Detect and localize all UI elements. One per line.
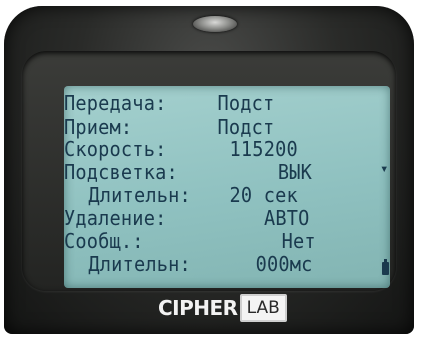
setting-row-backlight[interactable]: Подсветка: ВЫК xyxy=(64,161,367,183)
setting-row-receive[interactable]: Прием: Подст xyxy=(64,116,367,138)
battery-icon xyxy=(382,259,389,275)
arrow-marker-icon: ▾ xyxy=(380,161,389,177)
setting-label: Длительн: xyxy=(77,252,191,276)
setting-row-backlight-duration[interactable]: Длительн: 20 сек xyxy=(64,184,367,206)
setting-row-speed[interactable]: Скорость: 115200 xyxy=(64,138,367,160)
setting-label: Подсветка: xyxy=(64,160,178,184)
setting-value: Подст xyxy=(217,115,275,139)
lcd-screen: Передача: Подст Прием: Подст Скорость: 1… xyxy=(64,86,390,288)
setting-row-message-duration[interactable]: Длительн: 000мс xyxy=(64,253,367,275)
setting-value: 20 сек xyxy=(229,183,298,207)
setting-row-message[interactable]: Сообщ.: Нет xyxy=(64,230,367,252)
setting-row-transmit[interactable]: Передача: Подст xyxy=(64,92,367,114)
setting-value: 000мс xyxy=(255,252,313,276)
setting-label: Сообщ.: xyxy=(64,229,144,253)
setting-value: АВТО xyxy=(263,206,310,230)
setting-label: Длительн: xyxy=(77,183,191,207)
setting-label: Передача: xyxy=(64,91,167,115)
setting-label: Удаление: xyxy=(64,206,167,230)
brand-lab-text: LAB xyxy=(239,294,287,322)
handheld-terminal: Передача: Подст Прием: Подст Скорость: 1… xyxy=(4,6,414,334)
setting-value: Подст xyxy=(217,91,275,115)
setting-label: Скорость: xyxy=(64,137,167,161)
speaker-icon xyxy=(193,16,237,32)
setting-label: Прием: xyxy=(64,115,133,139)
setting-value: 115200 xyxy=(229,137,298,161)
setting-row-delete[interactable]: Удаление: АВТО xyxy=(64,207,367,229)
setting-value: ВЫК xyxy=(277,160,313,184)
setting-value: Нет xyxy=(281,229,316,253)
brand-logo: CIPHER LAB xyxy=(158,292,287,324)
brand-cipher-text: CIPHER xyxy=(158,296,238,320)
